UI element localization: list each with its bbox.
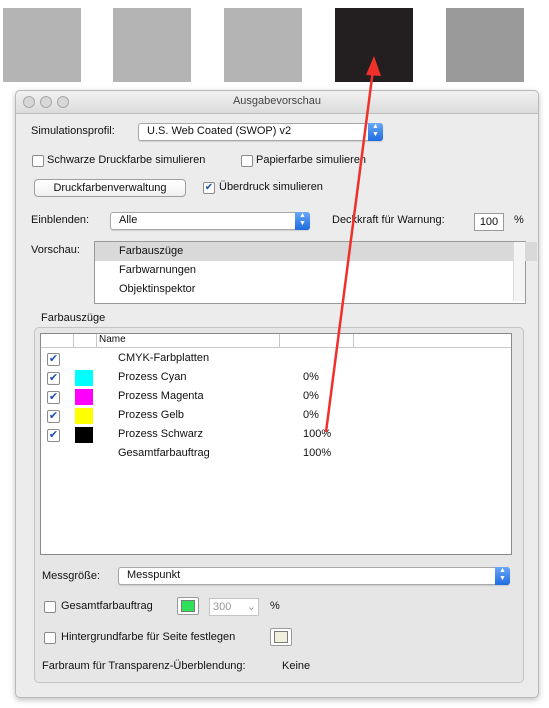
simulation-profile-select[interactable]: U.S. Web Coated (SWOP) v2 ▲ ▼ xyxy=(138,123,383,141)
measure-size-label: Messgröße: xyxy=(42,570,101,582)
simulate-black-ink-checkbox[interactable] xyxy=(32,155,44,167)
warning-opacity-label: Deckkraft für Warnung: xyxy=(332,214,445,226)
simulate-paper-color-label: Papierfarbe simulieren xyxy=(256,154,367,166)
transparency-blend-value: Keine xyxy=(282,660,311,672)
row-value: 0% xyxy=(303,409,319,421)
total-ink-value-combo[interactable]: 300 ⌄ xyxy=(209,598,259,616)
simulate-paper-color-checkbox[interactable] xyxy=(241,155,253,167)
page-background-color-swatch xyxy=(274,631,288,643)
show-select[interactable]: Alle ▲ ▼ xyxy=(110,212,310,230)
preview-swatch-1 xyxy=(3,8,81,82)
table-header: Name xyxy=(41,334,511,348)
page-background-checkbox[interactable] xyxy=(44,632,56,644)
output-preview-panel: Ausgabevorschau Simulationsprofil: U.S. … xyxy=(15,90,539,698)
simulation-profile-value: U.S. Web Coated (SWOP) v2 xyxy=(147,125,292,137)
ink-manager-button[interactable]: Druckfarbenverwaltung xyxy=(34,179,186,197)
total-ink-color-well[interactable] xyxy=(177,597,199,615)
updown-arrows-icon: ▲ ▼ xyxy=(368,123,383,141)
show-value: Alle xyxy=(119,214,138,226)
row-visibility-checkbox[interactable]: ✔ xyxy=(47,429,60,442)
black-swatch xyxy=(75,427,93,443)
preview-item-object-inspector[interactable]: Objektinspektor xyxy=(95,280,537,299)
preview-list: Farbauszüge Farbwarnungen Objektinspekto… xyxy=(94,241,537,304)
row-visibility-checkbox[interactable]: ✔ xyxy=(47,353,60,366)
preview-label: Vorschau: xyxy=(31,244,80,256)
updown-arrows-icon: ▲ ▼ xyxy=(495,567,510,585)
warning-opacity-input[interactable]: 100 xyxy=(474,213,504,231)
row-name: CMYK-Farbplatten xyxy=(118,352,210,364)
row-visibility-checkbox[interactable]: ✔ xyxy=(47,372,60,385)
preview-swatch-3 xyxy=(224,8,302,82)
total-ink-value: 300 xyxy=(213,601,232,613)
simulate-overprint-label: Überdruck simulieren xyxy=(219,181,323,193)
page-background-color-well[interactable] xyxy=(270,628,292,646)
row-value: 100% xyxy=(303,428,332,440)
show-label: Einblenden: xyxy=(31,214,90,226)
table-row[interactable]: ✔ CMYK-Farbplatten xyxy=(41,349,511,368)
separations-group-label: Farbauszüge xyxy=(41,312,106,324)
separations-table: Name ✔ CMYK-Farbplatten ✔ Prozess Cyan 0… xyxy=(40,333,512,555)
warning-percent-label: % xyxy=(514,214,524,226)
name-column-header[interactable]: Name xyxy=(99,334,126,345)
row-visibility-checkbox[interactable]: ✔ xyxy=(47,410,60,423)
row-value: 0% xyxy=(303,371,319,383)
simulation-profile-label: Simulationsprofil: xyxy=(31,125,115,137)
cyan-swatch xyxy=(75,370,93,386)
row-name: Prozess Cyan xyxy=(118,371,187,383)
simulate-black-ink-label: Schwarze Druckfarbe simulieren xyxy=(47,154,206,166)
preview-item-separations[interactable]: Farbauszüge xyxy=(95,242,537,261)
total-ink-percent-label: % xyxy=(270,600,280,612)
total-ink-label: Gesamtfarbauftrag xyxy=(61,600,153,612)
preview-list-scrollbar[interactable] xyxy=(513,242,525,301)
yellow-swatch xyxy=(75,408,93,424)
row-name: Prozess Gelb xyxy=(118,409,185,421)
row-name: Gesamtfarbauftrag xyxy=(118,447,210,459)
total-ink-checkbox[interactable] xyxy=(44,601,56,613)
page-background-label: Hintergrundfarbe für Seite festlegen xyxy=(61,631,236,643)
total-ink-color-swatch xyxy=(181,600,195,612)
row-name: Prozess Magenta xyxy=(118,390,204,402)
updown-arrows-icon: ▲ ▼ xyxy=(295,212,310,230)
row-visibility-checkbox[interactable]: ✔ xyxy=(47,391,60,404)
row-value: 100% xyxy=(303,447,332,459)
table-row[interactable]: ✔ Prozess Schwarz 100% xyxy=(41,425,511,444)
measure-size-value: Messpunkt xyxy=(127,569,181,581)
window-title: Ausgabevorschau xyxy=(232,95,322,107)
table-row[interactable]: ✔ Prozess Cyan 0% xyxy=(41,368,511,387)
simulate-overprint-checkbox[interactable]: ✔ xyxy=(203,182,215,194)
preview-swatch-4 xyxy=(335,8,413,82)
title-bar[interactable]: Ausgabevorschau xyxy=(16,91,538,114)
preview-item-color-warnings[interactable]: Farbwarnungen xyxy=(95,261,537,280)
table-row[interactable]: Gesamtfarbauftrag 100% xyxy=(41,444,511,463)
table-row[interactable]: ✔ Prozess Magenta 0% xyxy=(41,387,511,406)
row-name: Prozess Schwarz xyxy=(118,428,203,440)
preview-swatch-2 xyxy=(113,8,191,82)
table-row[interactable]: ✔ Prozess Gelb 0% xyxy=(41,406,511,425)
row-value: 0% xyxy=(303,390,319,402)
magenta-swatch xyxy=(75,389,93,405)
preview-swatch-5 xyxy=(446,8,524,82)
measure-size-select[interactable]: Messpunkt ▲ ▼ xyxy=(118,567,510,585)
transparency-blend-label: Farbraum für Transparenz-Überblendung: xyxy=(42,660,246,672)
chevron-down-icon: ⌄ xyxy=(246,601,256,613)
